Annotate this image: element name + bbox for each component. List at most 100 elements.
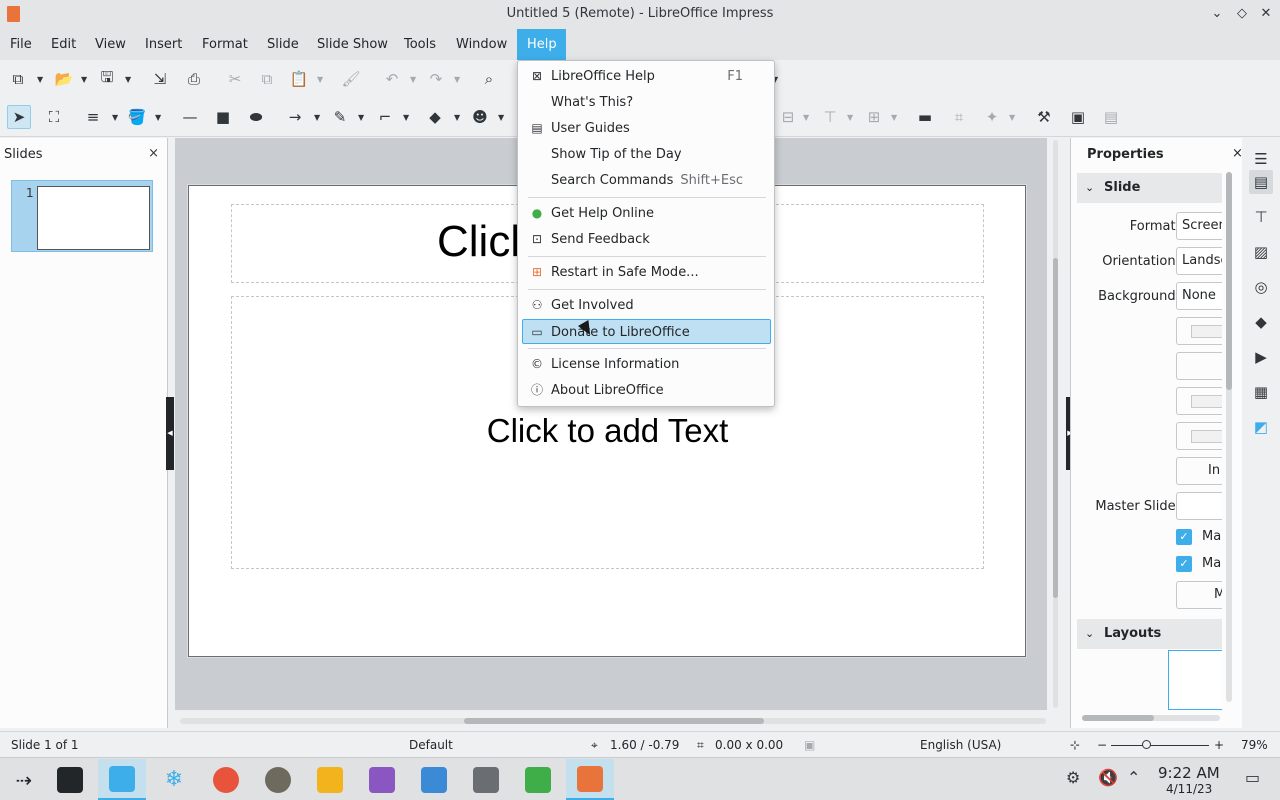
gallery-icon[interactable]: ▨	[1249, 240, 1273, 264]
menu-item-restart-safe-mode[interactable]: ⊞ Restart in Safe Mode...	[522, 260, 771, 285]
menu-slide-show[interactable]: Slide Show	[308, 29, 397, 60]
export-pdf-icon[interactable]: ⇲	[148, 67, 172, 91]
menu-format[interactable]: Format	[193, 29, 257, 60]
insert-image-button[interactable]: In	[1176, 457, 1222, 485]
arrow-line-icon[interactable]: →	[283, 105, 307, 129]
libreoffice-math-icon[interactable]	[462, 759, 510, 800]
chevron-down-icon[interactable]: ▼	[1009, 113, 1015, 122]
collapse-left-panel-handle[interactable]: ◀	[166, 397, 174, 470]
language[interactable]: English (USA)	[920, 738, 1001, 752]
zoom-level[interactable]: 79%	[1241, 738, 1268, 752]
clock-date[interactable]: 4/11/23	[1166, 782, 1212, 796]
background-gradient-to-button[interactable]	[1176, 422, 1222, 450]
fit-slide-icon[interactable]: ⊹	[1070, 738, 1080, 752]
align-objects-icon[interactable]: ⊟	[776, 105, 800, 129]
vertical-scrollbar[interactable]	[1050, 140, 1060, 708]
gimp-icon[interactable]	[254, 759, 302, 800]
chevron-down-icon[interactable]: ▼	[125, 75, 131, 84]
line-color-icon[interactable]: ≡	[81, 105, 105, 129]
horizontal-scrollbar[interactable]	[180, 715, 1046, 725]
animation-icon[interactable]: ▶	[1249, 345, 1273, 369]
cut-icon[interactable]: ✂	[223, 67, 247, 91]
ellipse-tool-icon[interactable]: ⬬	[244, 105, 268, 129]
firefox-icon[interactable]	[202, 759, 250, 800]
line-tool-icon[interactable]: —	[178, 105, 202, 129]
save-icon[interactable]: 🖫	[95, 67, 119, 91]
menu-item-user-guides[interactable]: ▤ User Guides	[522, 116, 771, 141]
libreoffice-base-icon[interactable]	[358, 759, 406, 800]
styles-icon[interactable]: ◩	[1249, 415, 1273, 439]
section-slide[interactable]: ⌄ Slide	[1077, 173, 1222, 203]
menu-view[interactable]: View	[86, 29, 135, 60]
background-color-button[interactable]	[1176, 317, 1222, 345]
chevron-down-icon[interactable]: ▼	[314, 113, 320, 122]
shadow-icon[interactable]: ▬	[913, 105, 937, 129]
chevron-down-icon[interactable]: ▼	[403, 113, 409, 122]
distribute-icon[interactable]: ⊞	[862, 105, 886, 129]
redo-icon[interactable]: ↷	[424, 67, 448, 91]
tray-expand-icon[interactable]: ⌃	[1127, 768, 1140, 787]
menu-item-send-feedback[interactable]: ⊡ Send Feedback	[522, 227, 771, 252]
zoom-slider[interactable]	[1111, 745, 1209, 746]
plasma-app-icon[interactable]: ❄	[150, 759, 198, 800]
master-layout-name[interactable]: Default	[409, 738, 453, 752]
discover-store-icon[interactable]	[98, 759, 146, 800]
chevron-down-icon[interactable]: ▼	[803, 113, 809, 122]
zoom-out-button[interactable]: −	[1097, 738, 1107, 752]
menu-item-get-help-online[interactable]: ● Get Help Online	[522, 201, 771, 226]
slide-transition-icon[interactable]: ⊤	[1249, 205, 1273, 229]
chevron-down-icon[interactable]: ▼	[81, 75, 87, 84]
application-launcher-icon[interactable]: ⇢	[0, 759, 48, 800]
properties-deck-icon[interactable]: ▤	[1249, 170, 1273, 194]
copy-icon[interactable]: ⧉	[255, 67, 279, 91]
chevron-down-icon[interactable]: ▼	[358, 113, 364, 122]
master-slide-select[interactable]	[1176, 492, 1222, 520]
chevron-down-icon[interactable]: ▼	[155, 113, 161, 122]
properties-hscrollbar[interactable]	[1082, 715, 1220, 721]
pager-icon[interactable]	[46, 759, 94, 800]
clone-formatting-icon[interactable]: 🖌	[339, 67, 363, 91]
menu-insert[interactable]: Insert	[136, 29, 191, 60]
connector-icon[interactable]: ⌐	[373, 105, 397, 129]
chevron-down-icon[interactable]: ▼	[454, 113, 460, 122]
chevron-down-icon[interactable]: ▼	[410, 75, 416, 84]
menu-help[interactable]: Help	[517, 29, 566, 60]
menu-slide[interactable]: Slide	[258, 29, 308, 60]
menu-item-whats-this[interactable]: What's This?	[522, 90, 771, 115]
chevron-down-icon[interactable]: ▼	[37, 75, 43, 84]
navigator-icon[interactable]: ◎	[1249, 275, 1273, 299]
filter-icon[interactable]: ✦	[980, 105, 1004, 129]
select-pointer-icon[interactable]: ➤	[7, 105, 31, 129]
minimize-button[interactable]: ⌄	[1207, 4, 1227, 24]
menu-item-libreoffice-help[interactable]: ⊠ LibreOffice Help F1	[522, 64, 771, 89]
libreoffice-impress-icon[interactable]	[566, 759, 614, 800]
chevron-down-icon[interactable]: ▼	[454, 75, 460, 84]
menu-item-license-information[interactable]: © License Information	[522, 352, 771, 377]
menu-edit[interactable]: Edit	[42, 29, 85, 60]
show-desktop-icon[interactable]: ▭	[1245, 768, 1260, 787]
maximize-button[interactable]: ◇	[1232, 4, 1252, 24]
menu-item-donate[interactable]: ▭ Donate to LibreOffice	[522, 319, 771, 344]
basic-shapes-icon[interactable]: ◆	[423, 105, 447, 129]
background-select[interactable]: None	[1176, 282, 1222, 310]
background-gradient-button[interactable]	[1176, 387, 1222, 415]
document-modified-icon[interactable]: ▣	[804, 738, 815, 752]
chevron-down-icon[interactable]: ▼	[891, 113, 897, 122]
menu-item-get-involved[interactable]: ⚇ Get Involved	[522, 293, 771, 318]
chevron-down-icon[interactable]: ▼	[847, 113, 853, 122]
chevron-down-icon[interactable]: ▼	[498, 113, 504, 122]
properties-scrollbar[interactable]	[1226, 172, 1232, 702]
chevron-down-icon[interactable]: ▼	[317, 75, 323, 84]
new-slide-icon[interactable]: ⧉	[6, 67, 30, 91]
network-icon[interactable]: ⚙	[1066, 768, 1080, 787]
fill-color-icon[interactable]: 🪣	[125, 105, 149, 129]
background-option-button[interactable]	[1176, 352, 1222, 380]
menu-file[interactable]: File	[1, 29, 41, 60]
image-map-icon[interactable]: ▣	[1066, 105, 1090, 129]
close-button[interactable]: ✕	[1256, 4, 1276, 24]
show-draw-functions-icon[interactable]: ▤	[1099, 105, 1123, 129]
slide-thumbnail[interactable]: 1	[11, 180, 153, 252]
zoom-in-button[interactable]: +	[1214, 738, 1224, 752]
master-background-checkbox[interactable]: ✓	[1176, 529, 1192, 545]
menu-window[interactable]: Window	[447, 29, 516, 60]
